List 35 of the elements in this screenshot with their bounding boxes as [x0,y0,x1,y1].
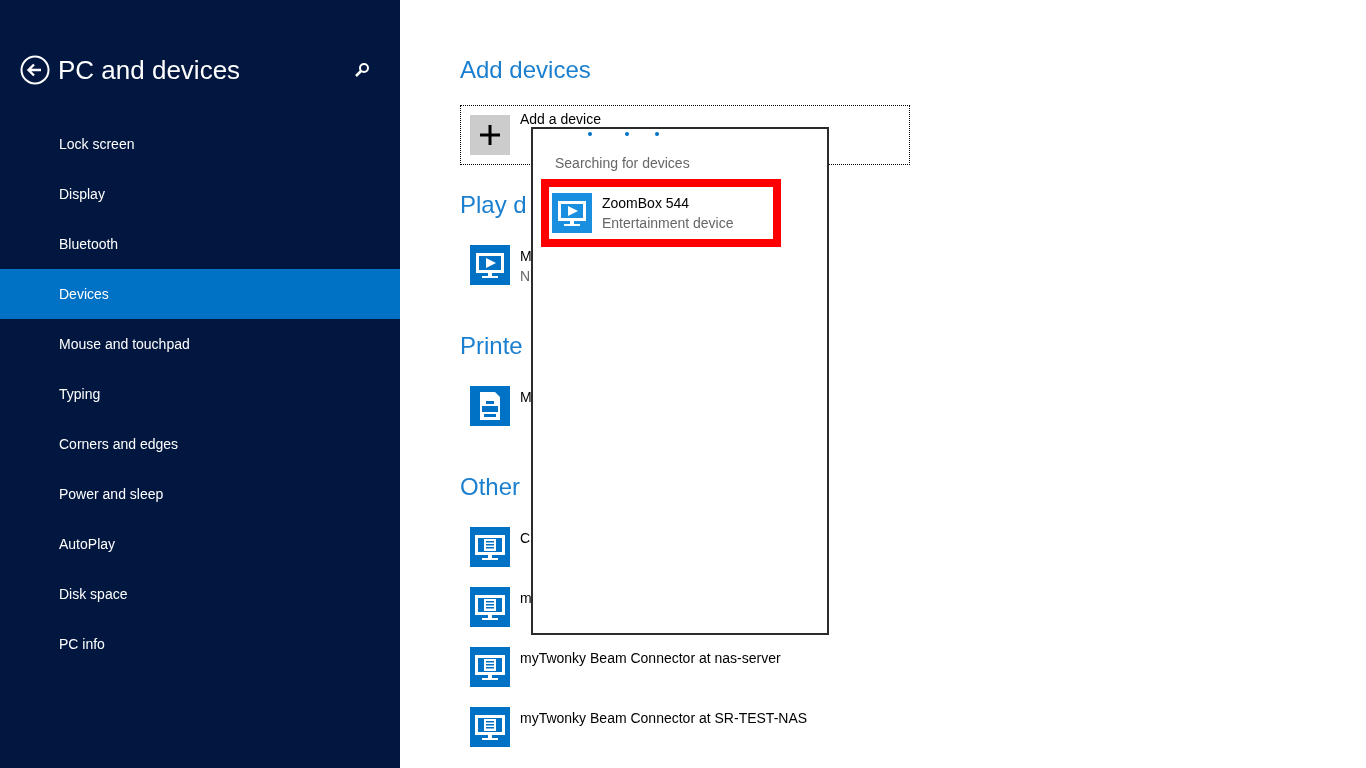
device-name[interactable]: C [520,528,531,548]
page-title: PC and devices [58,54,242,86]
section-heading: Play d [460,190,527,220]
sidebar-item[interactable]: Power and sleep [0,469,400,519]
plus-icon [470,115,510,155]
section-heading: Other [460,472,521,502]
sidebar-item[interactable]: Lock screen [0,119,400,169]
sidebar-item[interactable]: AutoPlay [0,519,400,569]
sidebar-item[interactable]: Corners and edges [0,419,400,469]
sidebar-item[interactable]: Display [0,169,400,219]
sidebar-item[interactable]: Typing [0,369,400,419]
monitor-icon [470,647,510,687]
section-heading: Printe [460,331,523,361]
search-icon[interactable] [354,62,370,78]
monitor-icon [470,527,510,567]
back-icon[interactable] [20,55,50,85]
monitor-icon [470,587,510,627]
section-heading: Add devices [460,55,591,85]
search-status: Searching for devices [555,155,691,171]
sidebar-item[interactable]: Devices [0,269,400,319]
printer-icon [470,386,510,426]
device-name[interactable]: m [520,588,532,608]
device-name[interactable]: M [520,246,532,266]
monitor-play-icon [470,245,510,285]
sidebar-item[interactable]: PC info [0,619,400,669]
device-name[interactable]: M [520,387,532,407]
sidebar-item[interactable]: Disk space [0,569,400,619]
sidebar-item[interactable]: Bluetooth [0,219,400,269]
device-name[interactable]: myTwonky Beam Connector at SR-TEST-NAS [520,708,808,728]
sidebar-item[interactable]: Mouse and touchpad [0,319,400,369]
device-name[interactable]: myTwonky Beam Connector at nas-server [520,648,781,668]
monitor-play-icon [552,193,592,233]
found-device[interactable]: ZoomBox 544 Entertainment device [541,179,781,247]
device-status: N [520,267,532,286]
monitor-icon [470,707,510,747]
